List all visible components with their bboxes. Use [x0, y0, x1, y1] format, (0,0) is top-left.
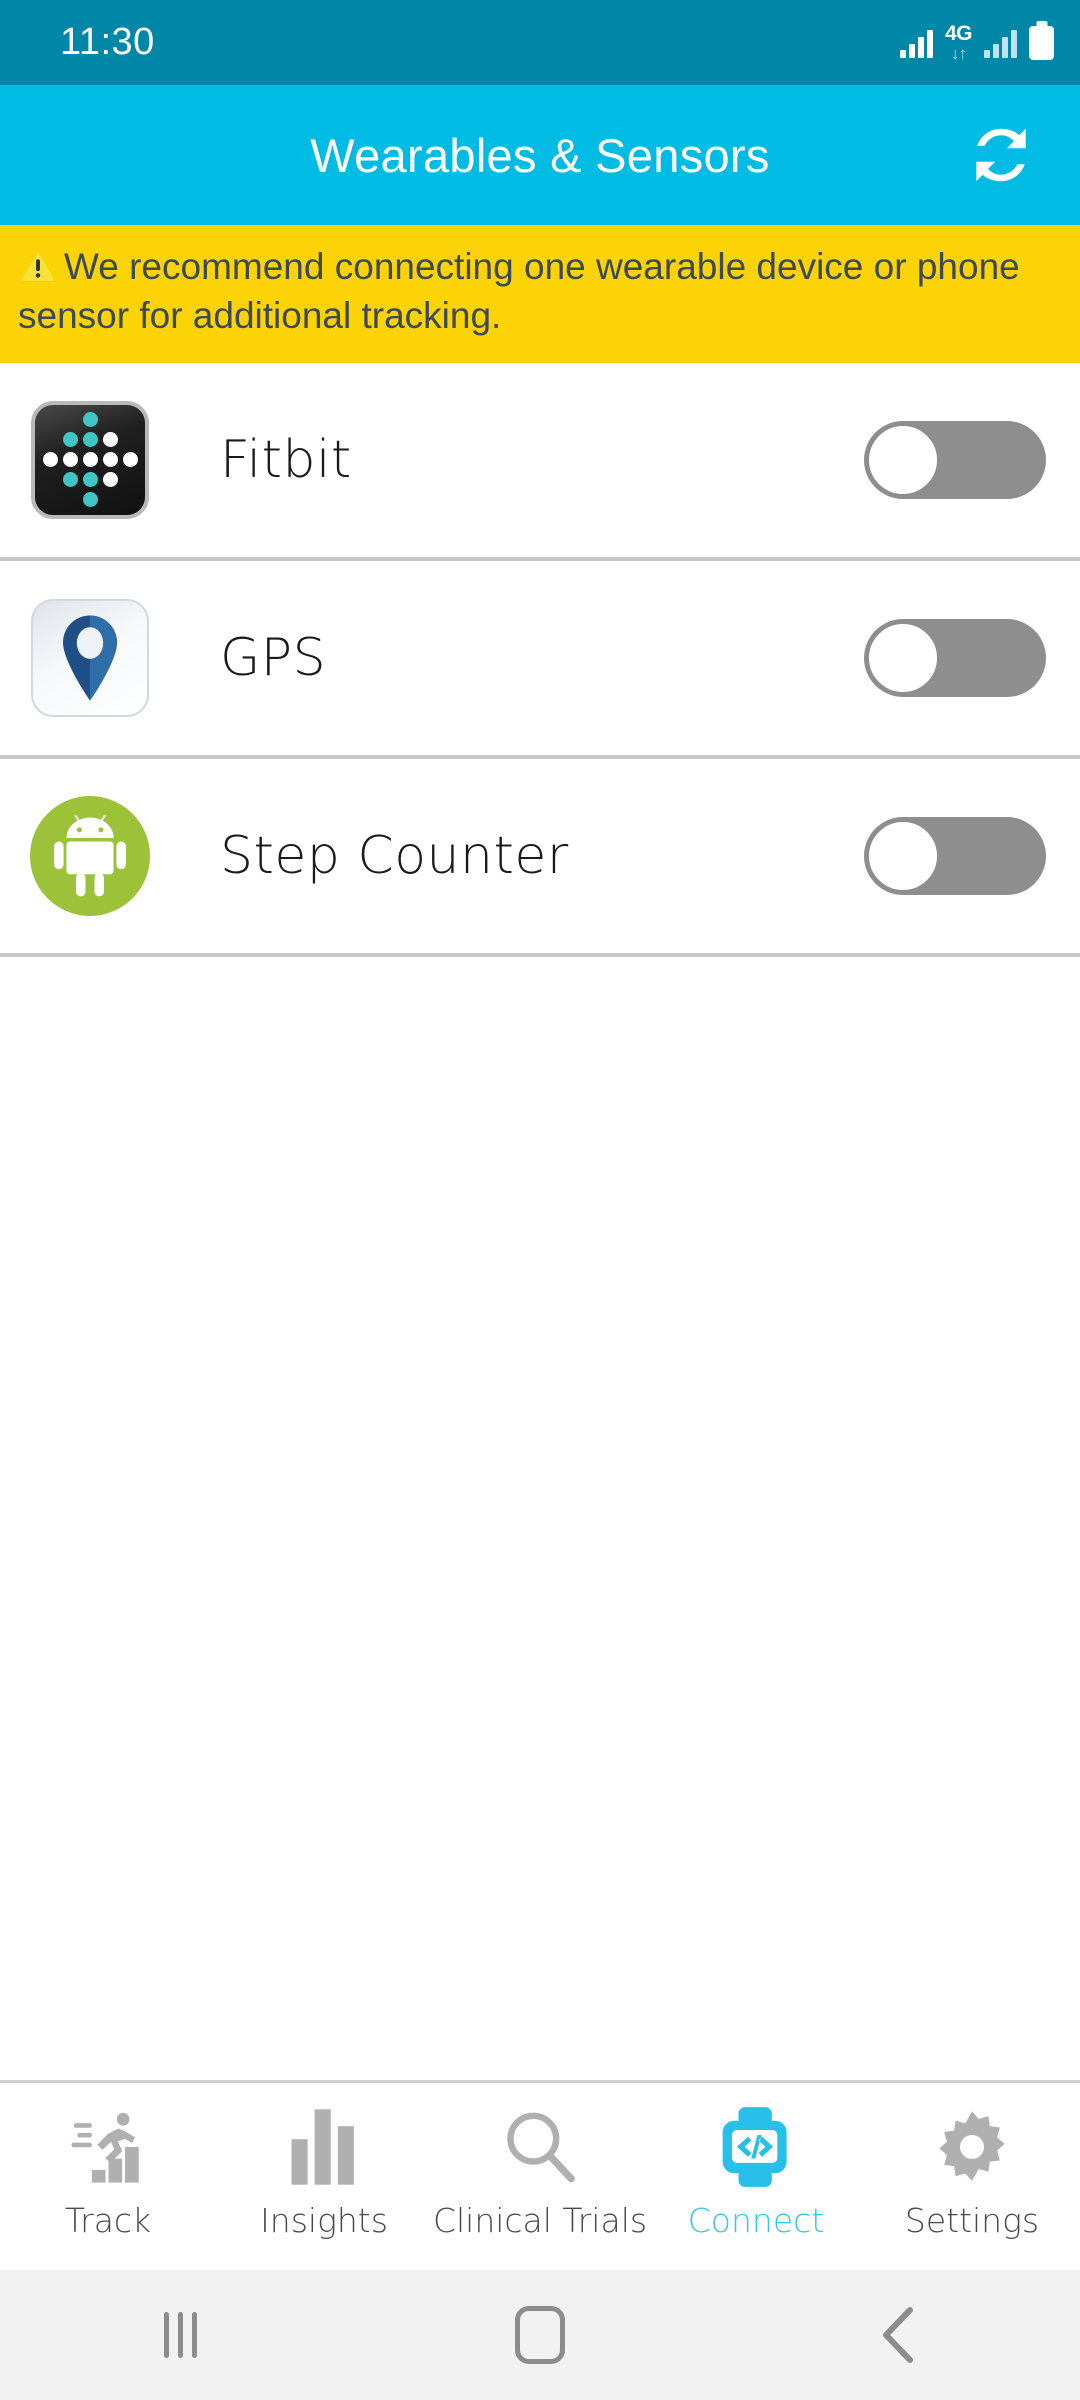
home-button[interactable]: [360, 2306, 720, 2364]
system-navigation-bar: [0, 2270, 1080, 2400]
back-chevron-icon: [883, 2307, 913, 2363]
magnifier-icon: [501, 2105, 579, 2189]
recent-apps-button[interactable]: [0, 2312, 360, 2358]
home-icon: [515, 2306, 565, 2364]
device-row-fitbit[interactable]: Fitbit: [0, 362, 1080, 561]
banner-message: We recommend connecting one wearable dev…: [18, 246, 1020, 336]
bar-chart-glyph: [291, 2109, 354, 2185]
nav-item-clinical-trials[interactable]: Clinical Trials: [432, 2105, 648, 2240]
android-robot-glyph: [54, 814, 126, 897]
fitbit-icon-tile: [31, 400, 149, 519]
network-type-label: 4G: [944, 22, 973, 45]
fitbit-dot-grid: [42, 412, 138, 508]
device-toggle-fitbit[interactable]: [864, 420, 1046, 499]
gear-glyph: [939, 2111, 1005, 2181]
recent-apps-icon: [163, 2312, 197, 2358]
nav-label-settings: Settings: [904, 2201, 1040, 2240]
back-button[interactable]: [720, 2306, 1080, 2364]
device-name-fitbit: Fitbit: [220, 429, 352, 490]
running-chart-glyph: [71, 2112, 139, 2183]
device-name-gps: GPS: [220, 627, 327, 688]
nav-label-insights: Insights: [260, 2201, 388, 2240]
smartwatch-code-glyph: [722, 2107, 787, 2187]
smartwatch-code-icon: [719, 2105, 793, 2189]
fitbit-icon: [28, 400, 152, 519]
nav-label-track: Track: [64, 2201, 152, 2240]
network-4g-icon: 4G ↓↑: [944, 22, 973, 63]
magnifier-glyph: [507, 2112, 575, 2183]
device-list: Fitbit GPS Step Counter: [0, 362, 1080, 957]
nav-item-track[interactable]: Track: [0, 2105, 216, 2240]
signal-bars-icon: [899, 28, 933, 58]
page-title: Wearables & Sensors: [310, 128, 770, 182]
battery-icon: [1029, 25, 1054, 60]
android-robot-icon: [28, 795, 152, 916]
nav-item-insights[interactable]: Insights: [216, 2105, 432, 2240]
nav-label-connect: Connect: [687, 2201, 825, 2240]
nav-item-connect[interactable]: Connect: [648, 2105, 864, 2240]
device-toggle-gps[interactable]: [864, 618, 1046, 697]
device-row-step-counter[interactable]: Step Counter: [0, 758, 1080, 957]
toggle-knob: [866, 620, 940, 695]
banner-text-row: We recommend connecting one wearable dev…: [18, 243, 1058, 341]
phone-screen: 11:30 4G ↓↑ Wearables & Sensors We recom…: [0, 0, 1080, 2400]
toggle-knob: [866, 818, 940, 893]
recommendation-banner: We recommend connecting one wearable dev…: [0, 225, 1080, 363]
sync-refresh-icon[interactable]: [958, 112, 1044, 198]
running-chart-icon: [69, 2105, 147, 2189]
warning-triangle-icon: [19, 249, 57, 282]
network-arrows-icon: ↓↑: [950, 44, 967, 63]
bar-chart-icon: [288, 2105, 360, 2189]
app-bar: Wearables & Sensors: [0, 85, 1080, 225]
status-bar-clock: 11:30: [60, 21, 155, 63]
android-icon-tile: [30, 795, 150, 916]
signal-bars-secondary-icon: [984, 28, 1017, 58]
gps-icon-tile: [31, 598, 149, 717]
content-empty-area: [0, 956, 1080, 2080]
status-bar-icons: 4G ↓↑: [899, 22, 1054, 63]
nav-item-settings[interactable]: Settings: [864, 2105, 1080, 2240]
toggle-knob: [866, 422, 940, 497]
device-toggle-step-counter[interactable]: [864, 816, 1046, 895]
device-row-gps[interactable]: GPS: [0, 560, 1080, 759]
device-name-step-counter: Step Counter: [220, 825, 569, 886]
status-bar: 11:30 4G ↓↑: [0, 0, 1080, 85]
gear-icon: [933, 2105, 1011, 2189]
nav-label-clinical-trials: Clinical Trials: [432, 2201, 648, 2240]
map-pin-glyph: [63, 615, 117, 701]
bottom-navigation-bar: Track Insights Clinical Trials Connect S…: [0, 2080, 1080, 2270]
sync-refresh-glyph: [976, 128, 1026, 182]
gps-pin-icon: [28, 598, 152, 717]
